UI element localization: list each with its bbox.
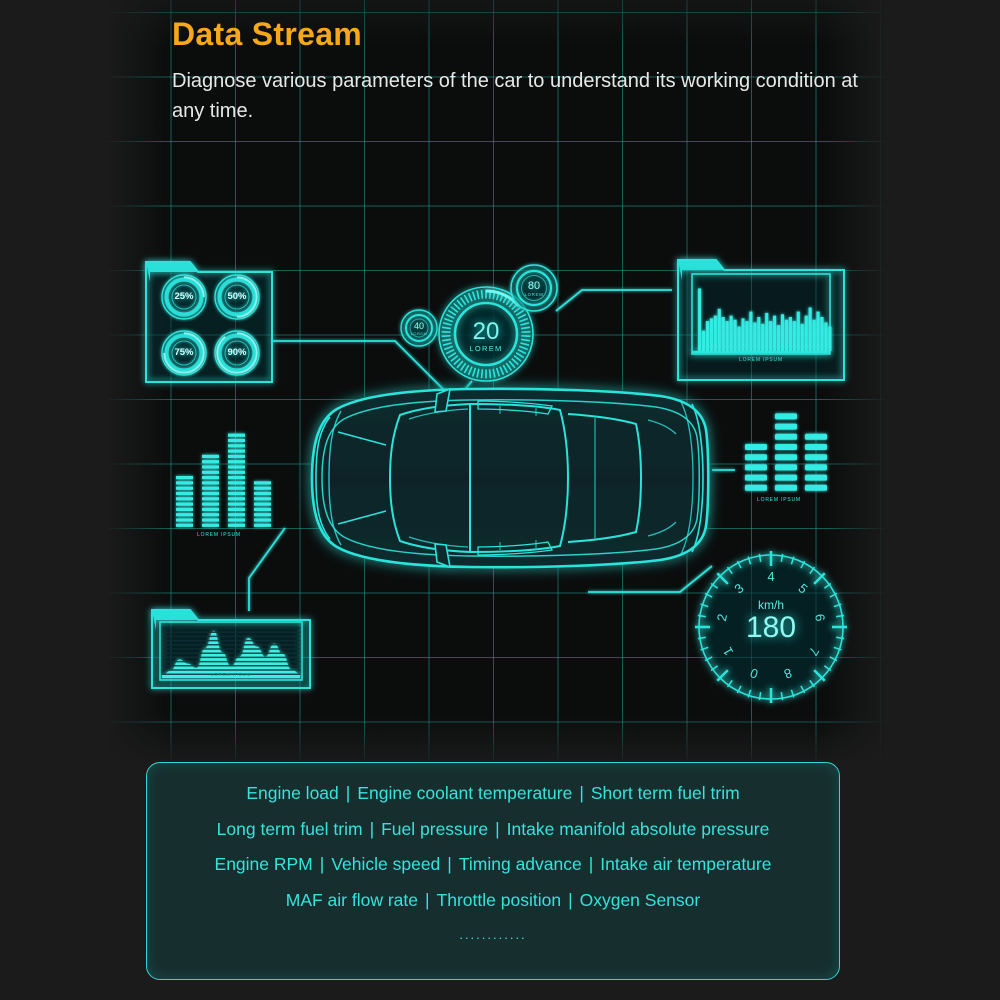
parameter-item[interactable]: Oxygen Sensor xyxy=(580,890,701,910)
parameter-item[interactable]: Timing advance xyxy=(459,854,582,874)
percentage-value: 25% xyxy=(174,291,194,302)
equalizer-left-caption: LOREM IPSUM xyxy=(197,532,241,538)
parameter-separator: | xyxy=(345,783,351,803)
main-dial-number: 20 xyxy=(472,318,500,345)
hud-graphics xyxy=(145,259,847,703)
speedometer-tick-label: 6 xyxy=(812,612,829,623)
parameter-item[interactable]: Fuel pressure xyxy=(381,819,488,839)
parameter-item[interactable]: Vehicle speed xyxy=(331,854,440,874)
parameter-separator: | xyxy=(447,854,452,874)
bar-chart-caption: LOREM IPSUM xyxy=(739,357,783,363)
percentage-value: 50% xyxy=(227,291,247,302)
speedometer-tick-label: 4 xyxy=(767,569,775,584)
parameter-item[interactable]: Short term fuel trim xyxy=(591,783,740,803)
main-dial-value: 20 xyxy=(456,318,516,346)
equalizer-right-caption: LOREM IPSUM xyxy=(757,497,801,503)
parameter-separator: | xyxy=(425,889,430,910)
car-illustration xyxy=(310,387,710,569)
equalizer-right-bars xyxy=(745,413,827,491)
speedometer-value: 180 xyxy=(745,611,797,644)
parameters-rows: Engine load | Engine coolant temperature | S… xyxy=(147,763,839,909)
dial-small-left-label: LOREM xyxy=(410,331,428,336)
speedometer-tick-label: 2 xyxy=(713,612,730,623)
parameter-item[interactable]: Long term fuel trim xyxy=(217,819,363,839)
percentage-value: 90% xyxy=(227,347,247,358)
parameters-panel: Engine load | Engine coolant temperature | S… xyxy=(146,762,840,980)
parameter-item[interactable]: Intake manifold absolute pressure xyxy=(507,819,770,839)
parameter-item[interactable]: Intake air temperature xyxy=(600,854,771,874)
parameter-row: Long term fuel trim | Fuel pressure | Intake… xyxy=(147,818,839,839)
dial-small-top-value: 80 xyxy=(527,280,541,292)
parameter-item[interactable]: MAF air flow rate xyxy=(286,890,418,910)
parameter-item[interactable]: Throttle position xyxy=(437,890,562,910)
parameter-separator: | xyxy=(495,818,500,839)
parameter-item[interactable]: Engine load xyxy=(246,783,338,803)
area-chart-caption: LOREM IPSUM xyxy=(210,672,252,677)
parameter-separator: | xyxy=(568,889,573,910)
percentage-value: 75% xyxy=(174,347,194,358)
parameter-row: Engine RPM | Vehicle speed | Timing advance |… xyxy=(147,854,839,874)
parameters-ellipsis: ............ xyxy=(459,927,527,942)
dial-small-top-label: LOREM xyxy=(524,292,544,297)
main-dial-label: LOREM xyxy=(469,344,503,353)
parameter-separator: | xyxy=(588,854,594,874)
parameter-row: MAF air flow rate | Throttle position | Oxyg… xyxy=(147,889,839,910)
parameter-item[interactable]: Engine coolant temperature xyxy=(357,783,572,803)
data-stream-infographic: Data Stream Diagnose various parameters … xyxy=(0,0,1000,1000)
parameter-separator: | xyxy=(579,783,584,803)
parameter-item[interactable]: Engine RPM xyxy=(215,854,313,874)
equalizer-left-bars xyxy=(176,433,271,527)
dial-small-left-value: 40 xyxy=(413,321,424,331)
parameter-separator: | xyxy=(319,854,325,874)
parameter-separator: | xyxy=(369,818,375,839)
parameter-row: Engine load | Engine coolant temperature | S… xyxy=(147,783,839,803)
